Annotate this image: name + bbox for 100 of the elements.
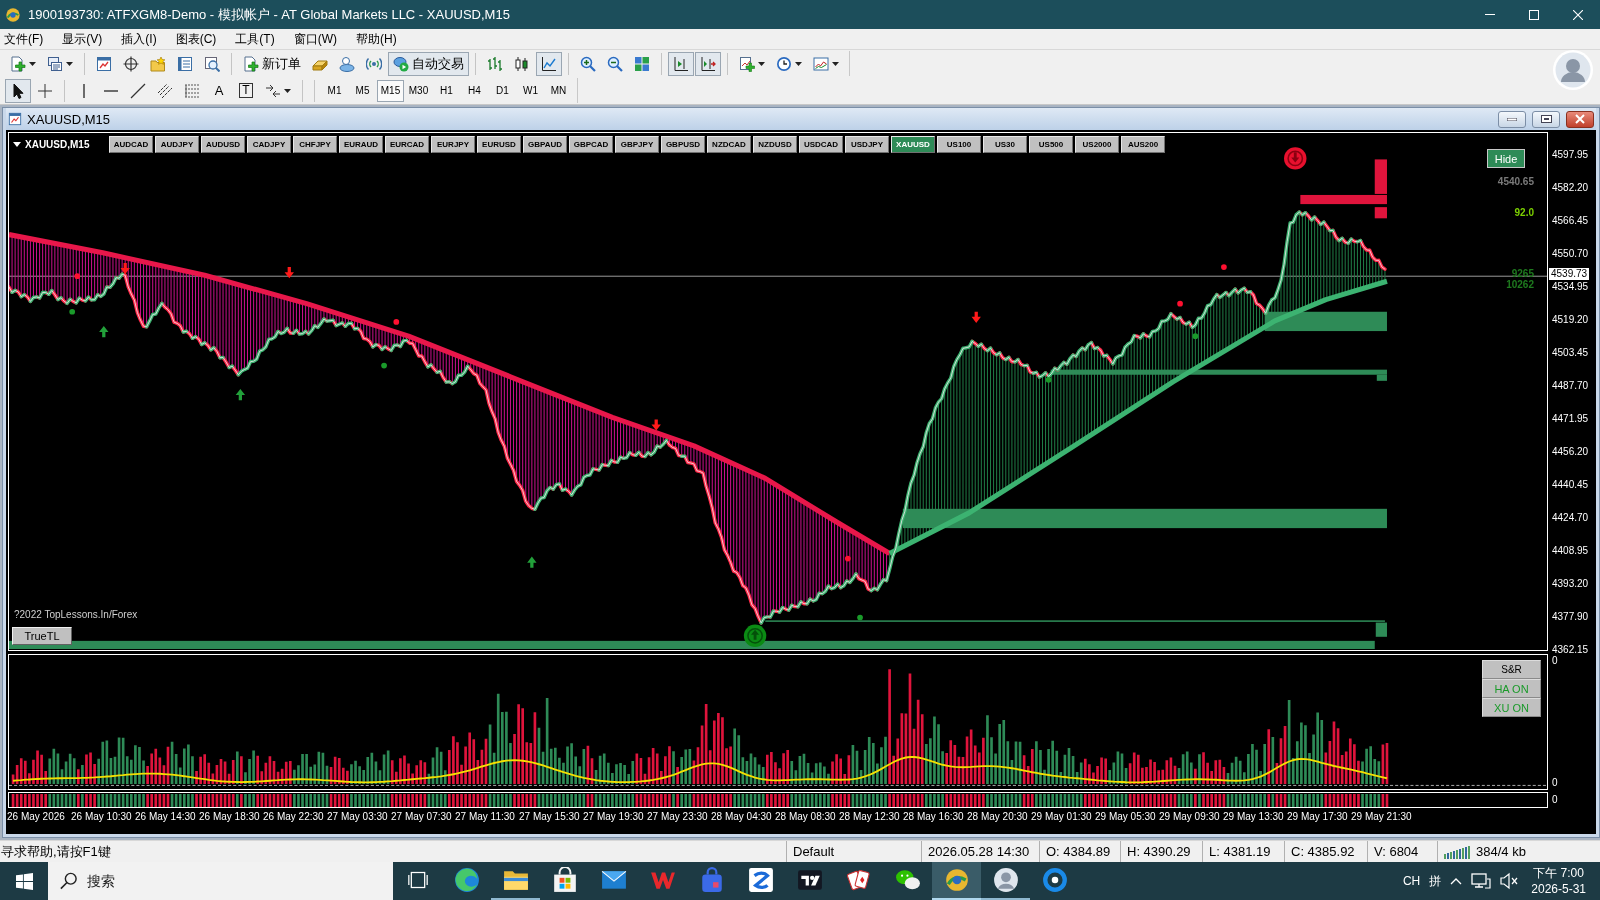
shapes-tile-icon[interactable]: [796, 867, 823, 893]
candlestick-icon[interactable]: [514, 55, 530, 72]
clock-icon[interactable]: [776, 55, 792, 72]
period-button[interactable]: W1: [517, 79, 544, 102]
zoom-out-icon[interactable]: [607, 55, 623, 72]
close-icon[interactable]: [1575, 114, 1585, 124]
caret-icon[interactable]: [758, 61, 765, 66]
symbol-button[interactable]: US30: [983, 136, 1027, 153]
list-window-icon[interactable]: [177, 55, 193, 72]
horizontal-line-icon[interactable]: [104, 89, 118, 92]
symbol-button[interactable]: NZDUSD: [753, 136, 797, 153]
caret-icon[interactable]: [13, 142, 21, 147]
hide-button[interactable]: Hide: [1487, 149, 1525, 168]
period-button[interactable]: H1: [433, 79, 460, 102]
arrows-icon[interactable]: [265, 82, 281, 99]
search-icon[interactable]: [60, 872, 77, 890]
symbol-button[interactable]: CADJPY: [247, 136, 291, 153]
toolbar-button[interactable]: A: [206, 78, 232, 103]
period-button[interactable]: M30: [405, 79, 432, 102]
avatar-icon[interactable]: [992, 867, 1019, 893]
chart-window-icon[interactable]: [96, 55, 112, 72]
toolbar-button[interactable]: 自动交易: [388, 51, 469, 76]
maximize-icon[interactable]: [1529, 9, 1539, 20]
play-globe-icon[interactable]: [393, 55, 409, 72]
caret-icon[interactable]: [29, 61, 36, 66]
close-button[interactable]: [1566, 110, 1594, 128]
symbol-button[interactable]: XAUUSD: [891, 136, 935, 153]
symbol-button[interactable]: US2000: [1075, 136, 1119, 153]
symbol-button[interactable]: USDCAD: [799, 136, 843, 153]
caret-icon[interactable]: [795, 61, 802, 66]
windows-stack-icon[interactable]: [47, 55, 63, 72]
period-button[interactable]: MN: [545, 79, 572, 102]
symbol-button[interactable]: NZDCAD: [707, 136, 751, 153]
playing-cards-icon[interactable]: [845, 867, 872, 893]
symbol-button[interactable]: AUS200: [1121, 136, 1165, 153]
toolbar-button[interactable]: [5, 78, 31, 103]
chart-template-icon[interactable]: [813, 55, 829, 72]
line-chart-icon[interactable]: [541, 55, 557, 72]
caret-up-icon[interactable]: [1450, 877, 1463, 885]
symbol-button[interactable]: US100: [937, 136, 981, 153]
symbol-button[interactable]: AUDCAD: [109, 136, 153, 153]
toolbar-button[interactable]: T: [233, 78, 259, 103]
bar-chart-icon[interactable]: [487, 55, 503, 72]
zoom-in-icon[interactable]: [580, 55, 596, 72]
menu-item[interactable]: 工具(T): [231, 29, 279, 49]
indicator-toggle[interactable]: S&R: [1482, 660, 1541, 679]
trend-line-icon[interactable]: [130, 82, 146, 99]
person-icon[interactable]: [339, 55, 355, 72]
period-button[interactable]: D1: [489, 79, 516, 102]
chart-shift-icon[interactable]: [673, 55, 689, 72]
symbol-button[interactable]: GBPUSD: [661, 136, 705, 153]
toolbar-button[interactable]: [536, 51, 562, 76]
symbol-button[interactable]: CHFJPY: [293, 136, 337, 153]
minimize-icon[interactable]: [1507, 117, 1517, 121]
shopping-bag-icon[interactable]: [551, 867, 578, 893]
search-field[interactable]: 搜索: [48, 862, 393, 900]
period-button[interactable]: M1: [321, 79, 348, 102]
clock-button[interactable]: 下午 7:00 2026-5-31: [1527, 865, 1590, 897]
cursor-icon[interactable]: [10, 82, 26, 99]
document-plus-icon[interactable]: [243, 55, 259, 72]
symbol-button[interactable]: GBPCAD: [569, 136, 613, 153]
symbol-button[interactable]: AUDUSD: [201, 136, 245, 153]
caret-icon[interactable]: [832, 61, 839, 66]
menu-item[interactable]: 窗口(W): [289, 29, 341, 49]
signal-icon[interactable]: [366, 55, 382, 72]
period-button[interactable]: H4: [461, 79, 488, 102]
menu-item[interactable]: 文件(F): [0, 29, 48, 49]
minimize-button[interactable]: [1498, 110, 1526, 128]
ring-icon[interactable]: [1041, 867, 1068, 893]
tray-item[interactable]: 拼: [1429, 872, 1442, 890]
crosshair-icon[interactable]: [123, 55, 139, 72]
speaker-muted-icon[interactable]: [1500, 872, 1519, 890]
caret-icon[interactable]: [284, 88, 291, 93]
symbol-button[interactable]: USDJPY: [845, 136, 889, 153]
period-button[interactable]: M5: [349, 79, 376, 102]
wave-tile-icon[interactable]: [747, 867, 774, 893]
menu-item[interactable]: 图表(C): [171, 29, 221, 49]
fibonacci-icon[interactable]: [184, 82, 200, 99]
menu-item[interactable]: 插入(I): [117, 29, 161, 49]
symbol-button[interactable]: AUDJPY: [155, 136, 199, 153]
channel-icon[interactable]: [157, 82, 173, 99]
caret-icon[interactable]: [66, 61, 73, 66]
coin-icon[interactable]: [943, 867, 970, 893]
period-button[interactable]: M15: [377, 79, 404, 102]
menu-item[interactable]: 帮助(H): [352, 29, 401, 49]
tray-item[interactable]: CH: [1402, 874, 1421, 888]
vertical-line-icon[interactable]: [83, 83, 85, 98]
restore-button[interactable]: [1532, 110, 1560, 128]
symbol-button[interactable]: EURUSD: [477, 136, 521, 153]
restore-icon[interactable]: [1540, 115, 1552, 123]
magnifier-icon[interactable]: [204, 55, 220, 72]
symbol-button[interactable]: US500: [1029, 136, 1073, 153]
toolbar-button[interactable]: 新订单: [238, 51, 306, 76]
close-icon[interactable]: [1573, 9, 1583, 20]
swirl-icon[interactable]: [453, 867, 480, 893]
grid-icon[interactable]: [634, 55, 650, 72]
symbol-button[interactable]: GBPAUD: [523, 136, 567, 153]
menu-item[interactable]: 显示(V): [58, 29, 107, 49]
autoscroll-icon[interactable]: [700, 55, 716, 72]
windows-logo-icon[interactable]: [15, 872, 33, 890]
